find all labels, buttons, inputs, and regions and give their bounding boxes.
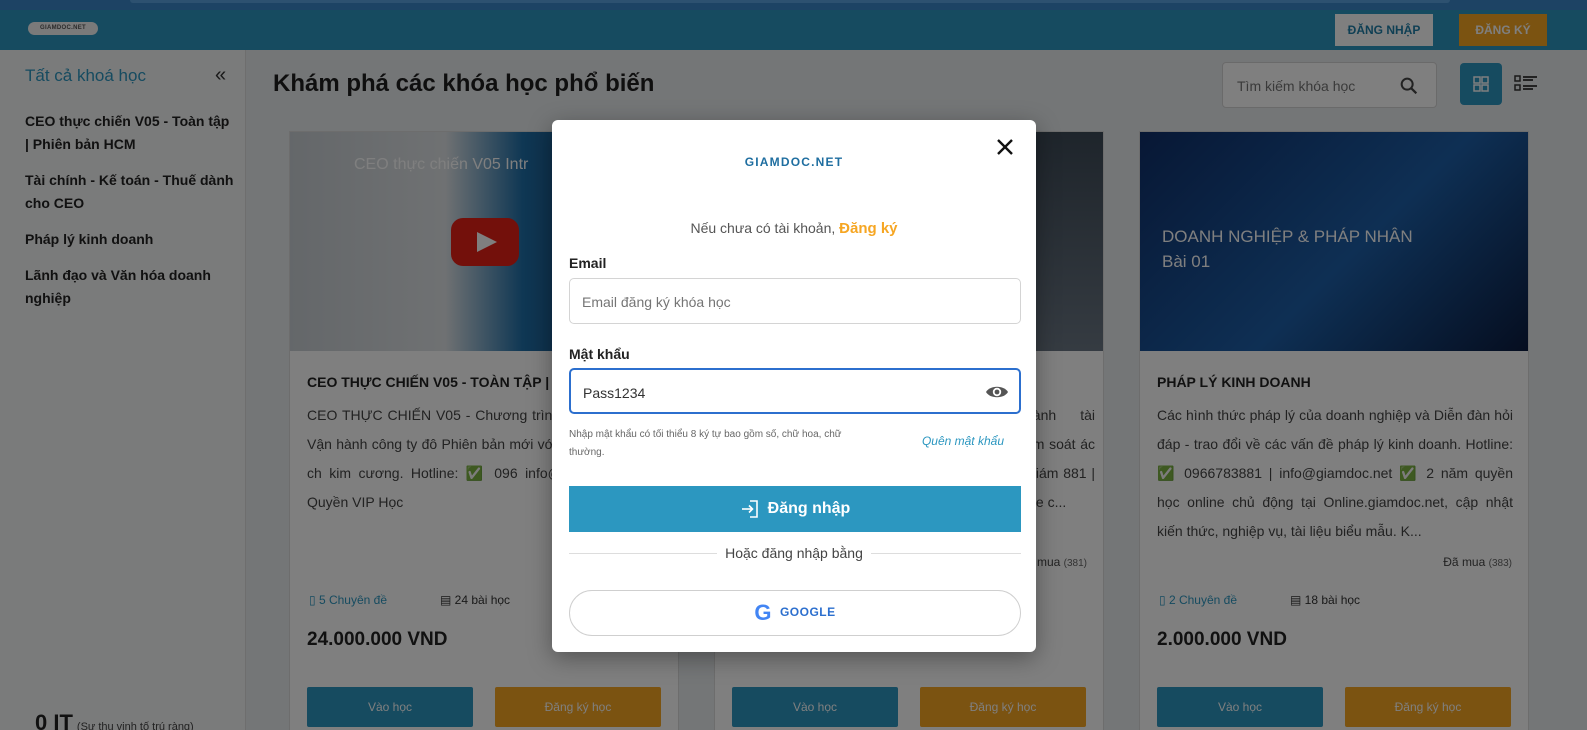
email-label: Email — [569, 255, 607, 271]
google-login-button[interactable]: G GOOGLE — [569, 590, 1021, 636]
password-label: Mật khẩu — [569, 346, 630, 362]
password-field[interactable] — [569, 368, 1021, 414]
password-input[interactable] — [583, 382, 963, 404]
modal-logo: GIAMDOC.NET — [744, 155, 844, 169]
email-input[interactable] — [582, 291, 962, 313]
password-hint: Nhập mật khẩu có tối thiểu 8 ký tự bao g… — [569, 429, 842, 458]
close-icon[interactable] — [992, 134, 1018, 160]
login-submit-button[interactable]: Đăng nhập — [569, 486, 1021, 532]
register-link[interactable]: Đăng ký — [839, 220, 897, 237]
or-divider-text: Hoặc đăng nhập bằng — [552, 545, 1036, 563]
register-prompt-text: Nếu chưa có tài khoản, — [690, 220, 836, 236]
login-modal: GIAMDOC.NET Nếu chưa có tài khoản, Đăng … — [552, 120, 1036, 652]
login-submit-label: Đăng nhập — [767, 500, 851, 518]
login-icon — [741, 500, 758, 518]
forgot-password-link[interactable]: Quên mật khẩu — [922, 434, 1004, 448]
google-icon: G — [754, 600, 772, 625]
eye-icon[interactable] — [985, 381, 1009, 403]
register-prompt: Nếu chưa có tài khoản, Đăng ký — [552, 220, 1036, 237]
email-field[interactable] — [569, 278, 1021, 324]
google-login-label: GOOGLE — [779, 605, 836, 620]
